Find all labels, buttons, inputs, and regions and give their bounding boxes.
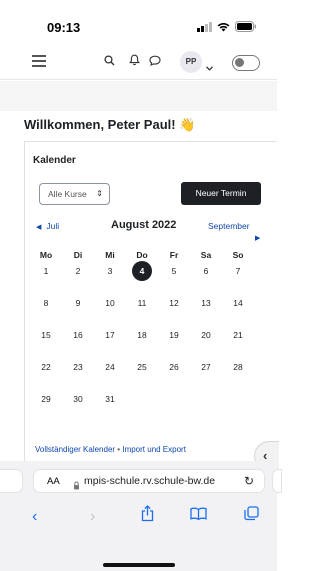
- select-caret-icon: ⇕: [96, 189, 103, 198]
- next-arrow-icon[interactable]: ▶: [255, 234, 260, 242]
- calendar-day-today[interactable]: 4: [126, 261, 158, 281]
- calendar-day[interactable]: 10: [94, 293, 126, 313]
- calendar-grid: Mo Di Mi Do Fr Sa So 1 2 3 4 5 6 7 8 9 10 11 12 13 14…: [30, 249, 254, 421]
- forward-icon[interactable]: ›: [90, 508, 95, 526]
- address-bar[interactable]: AA mpis-schule.rv.schule-bw.de ↻: [33, 469, 265, 493]
- calendar-day[interactable]: 25: [126, 357, 158, 377]
- calendar-day[interactable]: 8: [30, 293, 62, 313]
- status-time: 09:13: [47, 20, 81, 35]
- user-avatar[interactable]: PP: [180, 51, 202, 73]
- calendar-title: Kalender: [33, 155, 76, 166]
- bell-icon[interactable]: [129, 53, 140, 71]
- bookmarks-icon[interactable]: [190, 507, 207, 525]
- calendar-day[interactable]: 29: [30, 389, 62, 409]
- calendar-day[interactable]: 20: [190, 325, 222, 345]
- course-filter-value: Alle Kurse: [48, 189, 87, 199]
- browser-toolbar: AA mpis-schule.rv.schule-bw.de ↻ ‹ ›: [0, 461, 282, 571]
- calendar-day[interactable]: 30: [62, 389, 94, 409]
- calendar-empty-cell: [158, 389, 190, 409]
- weekday-header-row: Mo Di Mi Do Fr Sa So: [30, 249, 254, 261]
- calendar-day[interactable]: 19: [158, 325, 190, 345]
- calendar-day[interactable]: 24: [94, 357, 126, 377]
- weekday-label: Do: [136, 250, 148, 260]
- reader-settings-button[interactable]: AA: [47, 476, 60, 487]
- battery-icon: [235, 21, 257, 32]
- footer-separator: •: [117, 445, 121, 454]
- calendar-footer: Vollständiger Kalender • Import und Expo…: [35, 445, 186, 454]
- calendar-empty-cell: [222, 389, 254, 409]
- weekday-label: Mo: [39, 250, 53, 260]
- next-month-link[interactable]: September: [208, 221, 250, 231]
- full-calendar-link[interactable]: Vollständiger Kalender: [35, 445, 115, 454]
- calendar-day[interactable]: 16: [62, 325, 94, 345]
- calendar-week-row: 1234567: [30, 261, 254, 293]
- weekday-label: Sa: [200, 250, 212, 260]
- calendar-week-row: 22 23 24 25 26 27 28: [30, 357, 254, 389]
- new-event-button[interactable]: Neuer Termin: [181, 182, 261, 205]
- course-filter-select[interactable]: Alle Kurse ⇕: [39, 183, 110, 205]
- calendar-day[interactable]: 9: [62, 293, 94, 313]
- chat-icon[interactable]: [149, 53, 161, 71]
- status-bar: 09:13: [0, 0, 277, 44]
- calendar-empty-cell: [126, 389, 158, 409]
- calendar-day[interactable]: 15: [30, 325, 62, 345]
- share-icon[interactable]: [141, 505, 154, 527]
- lock-icon: [73, 477, 80, 495]
- calendar-day[interactable]: 18: [126, 325, 158, 345]
- calendar-empty-cell: [190, 389, 222, 409]
- chevron-down-icon[interactable]: [206, 58, 213, 76]
- import-export-link[interactable]: Import und Export: [122, 445, 186, 454]
- wifi-icon: [217, 22, 230, 32]
- weekday-label: Fr: [169, 250, 179, 260]
- calendar-week-row: 29 30 31: [30, 389, 254, 421]
- calendar-day[interactable]: 26: [158, 357, 190, 377]
- back-icon[interactable]: ‹: [32, 508, 37, 526]
- calendar-day[interactable]: 11: [126, 293, 158, 313]
- edit-mode-toggle[interactable]: [232, 55, 260, 71]
- calendar-day[interactable]: 21: [222, 325, 254, 345]
- signal-icon: [197, 21, 212, 32]
- calendar-day[interactable]: 17: [94, 325, 126, 345]
- welcome-text: Willkommen, Peter Paul!: [24, 117, 176, 132]
- previous-month-link[interactable]: ◀ Juli: [36, 221, 59, 231]
- calendar-day[interactable]: 14: [222, 293, 254, 313]
- calendar-day[interactable]: 31: [94, 389, 126, 409]
- waving-hand-emoji: 👋: [179, 117, 196, 132]
- calendar-day[interactable]: 23: [62, 357, 94, 377]
- calendar-block: Kalender Alle Kurse ⇕ Neuer Termin ◀ Juli…: [24, 141, 277, 475]
- calendar-day[interactable]: 12: [158, 293, 190, 313]
- calendar-day[interactable]: 13: [190, 293, 222, 313]
- page-header-strip: [0, 81, 277, 111]
- calendar-day[interactable]: 3: [94, 261, 126, 281]
- weekday-label: Mi: [105, 250, 115, 260]
- menu-icon[interactable]: [32, 55, 46, 67]
- month-navigation: ◀ Juli August 2022 September ▶: [25, 217, 278, 242]
- calendar-day[interactable]: 22: [30, 357, 62, 377]
- reload-icon[interactable]: ↻: [244, 474, 254, 488]
- next-tab-pill[interactable]: [272, 469, 282, 493]
- current-month-label: August 2022: [111, 219, 177, 231]
- calendar-week-row: 8 9 10 11 12 13 14: [30, 293, 254, 325]
- calendar-day[interactable]: 6: [190, 261, 222, 281]
- home-indicator: [103, 563, 175, 567]
- status-icons: [197, 21, 257, 32]
- calendar-week-row: 15 16 17 18 19 20 21: [30, 325, 254, 357]
- previous-month-label: Juli: [46, 221, 60, 231]
- url-text: mpis-schule.rv.schule-bw.de: [84, 475, 216, 487]
- calendar-day[interactable]: 7: [222, 261, 254, 281]
- previous-tab-pill[interactable]: [0, 469, 23, 493]
- weekday-label: Di: [73, 250, 83, 260]
- calendar-weeks: 1 2 3 4 5 6 7 8 9 10 11 12 13 14 15 16 17 18 19 20 21 22 23 24 2…: [30, 261, 254, 421]
- weekday-label: So: [232, 250, 244, 260]
- calendar-day[interactable]: 28: [222, 357, 254, 377]
- tabs-icon[interactable]: [244, 506, 259, 526]
- calendar-day[interactable]: 2: [62, 261, 94, 281]
- calendar-day[interactable]: 5: [158, 261, 190, 281]
- calendar-day[interactable]: 27: [190, 357, 222, 377]
- previous-arrow-icon: ◀: [36, 224, 42, 231]
- calendar-day[interactable]: 1: [30, 261, 62, 281]
- search-icon[interactable]: [104, 53, 115, 71]
- top-navbar: PP: [0, 44, 277, 80]
- page-title: Willkommen, Peter Paul! 👋: [24, 117, 195, 133]
